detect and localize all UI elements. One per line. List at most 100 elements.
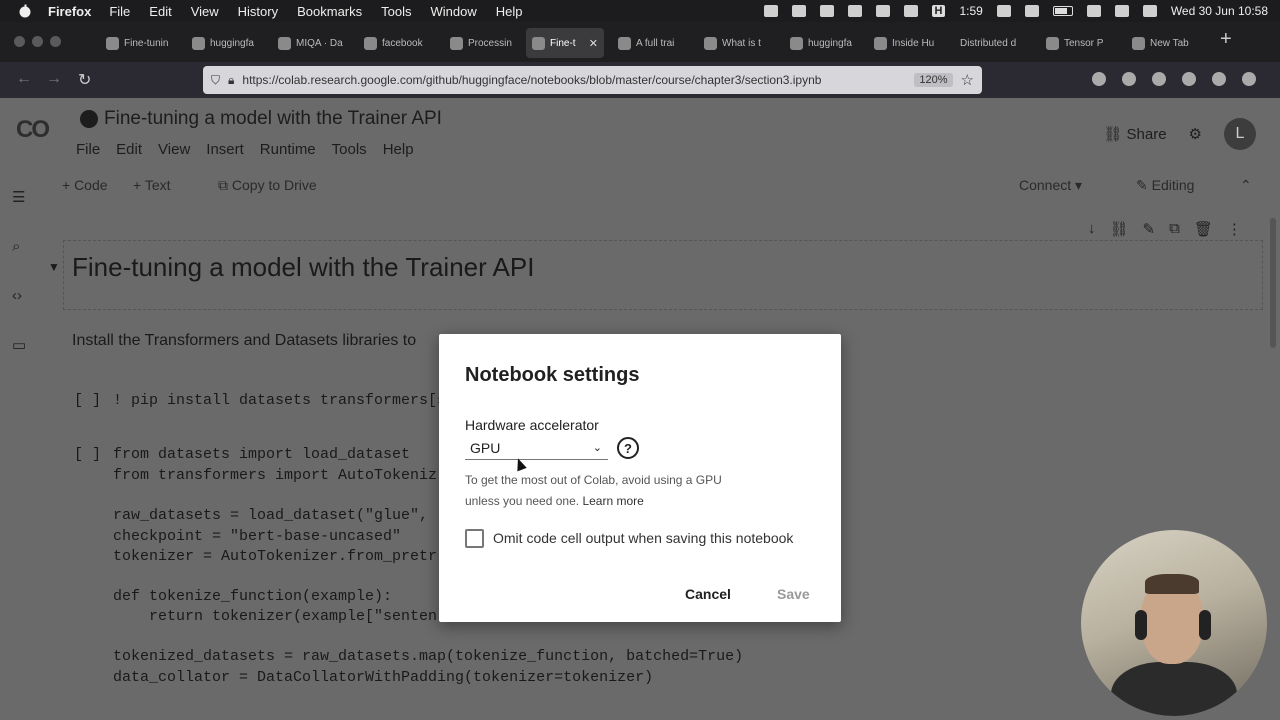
- colab-menu-file[interactable]: File: [76, 141, 100, 158]
- colab-logo[interactable]: CO: [16, 116, 50, 144]
- cloud-icon[interactable]: [847, 5, 862, 17]
- browser-tab[interactable]: A full trai: [612, 28, 698, 58]
- search-icon[interactable]: ⌕: [12, 238, 26, 255]
- download-icon[interactable]: [1122, 72, 1136, 86]
- back-icon[interactable]: ←: [16, 70, 32, 88]
- connect-button[interactable]: Connect ▾: [1019, 177, 1082, 194]
- avatar[interactable]: L: [1224, 118, 1256, 150]
- colab-menu-insert[interactable]: Insert: [206, 141, 244, 158]
- mirror-cell-icon[interactable]: ⧉: [1169, 220, 1180, 238]
- reload-icon[interactable]: ↻: [78, 70, 91, 90]
- code-line: ! pip install datasets transformers[s: [113, 392, 447, 409]
- chevron-up-icon[interactable]: ⌃: [1240, 177, 1252, 194]
- omit-output-checkbox[interactable]: [465, 529, 484, 548]
- cancel-button[interactable]: Cancel: [685, 586, 731, 602]
- h-badge[interactable]: H: [931, 5, 946, 17]
- hardware-accelerator-select[interactable]: GPU ⌄: [465, 438, 608, 460]
- help-icon[interactable]: ?: [617, 437, 639, 459]
- datetime[interactable]: Wed 30 Jun 10:58: [1171, 4, 1268, 18]
- menu-view[interactable]: View: [191, 4, 219, 19]
- colab-top-right: ⛓ Share ⚙ L: [1103, 118, 1256, 150]
- browser-tab[interactable]: Fine-tunin: [100, 28, 186, 58]
- apple-icon[interactable]: [18, 4, 32, 18]
- menu-history[interactable]: History: [238, 4, 278, 19]
- browser-tab[interactable]: New Tab: [1126, 28, 1212, 58]
- folder-icon[interactable]: ▭: [12, 336, 26, 354]
- cell-run-marker[interactable]: [ ]: [74, 392, 101, 409]
- status-icon[interactable]: [819, 5, 834, 17]
- menu-icon[interactable]: [1242, 72, 1256, 86]
- browser-tab[interactable]: Processin: [444, 28, 530, 58]
- menu-file[interactable]: File: [109, 4, 130, 19]
- gear-icon[interactable]: ⚙: [1189, 125, 1202, 143]
- zoom-window-button[interactable]: [50, 36, 61, 47]
- save-button[interactable]: Save: [777, 586, 810, 602]
- colab-menu-tools[interactable]: Tools: [332, 141, 367, 158]
- more-icon[interactable]: ⋮: [1227, 220, 1242, 238]
- bluetooth-icon[interactable]: [1024, 5, 1039, 17]
- browser-tab[interactable]: What is t: [698, 28, 784, 58]
- learn-more-link[interactable]: Learn more: [582, 494, 643, 508]
- github-icon: [80, 110, 98, 128]
- minimize-window-button[interactable]: [32, 36, 43, 47]
- lock-icon[interactable]: 🔒︎: [228, 73, 234, 88]
- status-icon[interactable]: [763, 5, 778, 17]
- browser-tab[interactable]: Inside Hu: [868, 28, 954, 58]
- cone-icon[interactable]: [903, 5, 918, 17]
- scrollbar[interactable]: [1270, 218, 1276, 348]
- wifi-icon[interactable]: [1086, 5, 1101, 17]
- colab-menu-runtime[interactable]: Runtime: [260, 141, 316, 158]
- menu-help[interactable]: Help: [496, 4, 523, 19]
- browser-tab[interactable]: huggingfa: [186, 28, 272, 58]
- colab-menu-edit[interactable]: Edit: [116, 141, 142, 158]
- browser-tab[interactable]: facebook: [358, 28, 444, 58]
- menu-bookmarks[interactable]: Bookmarks: [297, 4, 362, 19]
- browser-tab[interactable]: huggingfa: [784, 28, 870, 58]
- omit-output-label[interactable]: Omit code cell output when saving this n…: [493, 530, 793, 546]
- code-snippets-icon[interactable]: ‹›: [12, 287, 26, 304]
- new-tab-button[interactable]: +: [1220, 28, 1232, 51]
- add-text-button[interactable]: + Text: [133, 177, 171, 193]
- browser-tab[interactable]: MIQA · Da: [272, 28, 358, 58]
- browser-tab[interactable]: Distributed d: [954, 28, 1040, 58]
- move-down-icon[interactable]: ↓: [1088, 220, 1096, 238]
- profile-icon[interactable]: [1212, 72, 1226, 86]
- notebook-title-text[interactable]: Fine-tuning a model with the Trainer API: [104, 108, 442, 130]
- close-tab-icon[interactable]: ✕: [589, 37, 598, 50]
- link-icon[interactable]: ⛓: [1110, 220, 1129, 238]
- forward-icon[interactable]: →: [46, 70, 62, 88]
- colab-menu-help[interactable]: Help: [383, 141, 414, 158]
- editing-button[interactable]: ✎ Editing: [1136, 177, 1194, 194]
- menu-edit[interactable]: Edit: [149, 4, 171, 19]
- bookmark-star-icon[interactable]: ☆: [961, 71, 974, 89]
- zoom-level[interactable]: 120%: [914, 73, 953, 87]
- status-icon[interactable]: [875, 5, 890, 17]
- notebook-title[interactable]: Fine-tuning a model with the Trainer API: [80, 108, 442, 130]
- toc-icon[interactable]: ☰: [12, 188, 26, 206]
- delete-icon[interactable]: 🗑︎: [1194, 220, 1213, 238]
- status-icon[interactable]: [791, 5, 806, 17]
- collapse-icon[interactable]: ▼: [48, 260, 60, 274]
- browser-tab[interactable]: Tensor P: [1040, 28, 1126, 58]
- shield-icon[interactable]: ⛉: [211, 73, 220, 88]
- extensions-icon[interactable]: [1182, 72, 1196, 86]
- url-bar[interactable]: ⛉ 🔒︎ https://colab.research.google.com/g…: [203, 66, 982, 94]
- copy-to-drive-button[interactable]: ⧉ Copy to Drive: [218, 177, 317, 194]
- close-window-button[interactable]: [14, 36, 25, 47]
- app-name[interactable]: Firefox: [48, 4, 91, 19]
- add-code-button[interactable]: + Code: [62, 177, 108, 193]
- share-button[interactable]: ⛓ Share: [1103, 125, 1166, 143]
- url-text[interactable]: https://colab.research.google.com/github…: [242, 73, 906, 87]
- menu-tools[interactable]: Tools: [381, 4, 411, 19]
- browser-tab-active[interactable]: Fine-t ✕: [526, 28, 604, 58]
- cell-run-marker[interactable]: [ ]: [74, 446, 101, 463]
- battery-icon[interactable]: [1052, 6, 1073, 16]
- menu-window[interactable]: Window: [431, 4, 477, 19]
- control-center-icon[interactable]: [1142, 5, 1157, 17]
- account-icon[interactable]: [1152, 72, 1166, 86]
- edit-icon[interactable]: ✎: [1143, 220, 1156, 238]
- play-icon[interactable]: [996, 5, 1011, 17]
- colab-menu-view[interactable]: View: [158, 141, 190, 158]
- search-icon[interactable]: [1114, 5, 1129, 17]
- pocket-icon[interactable]: [1092, 72, 1106, 86]
